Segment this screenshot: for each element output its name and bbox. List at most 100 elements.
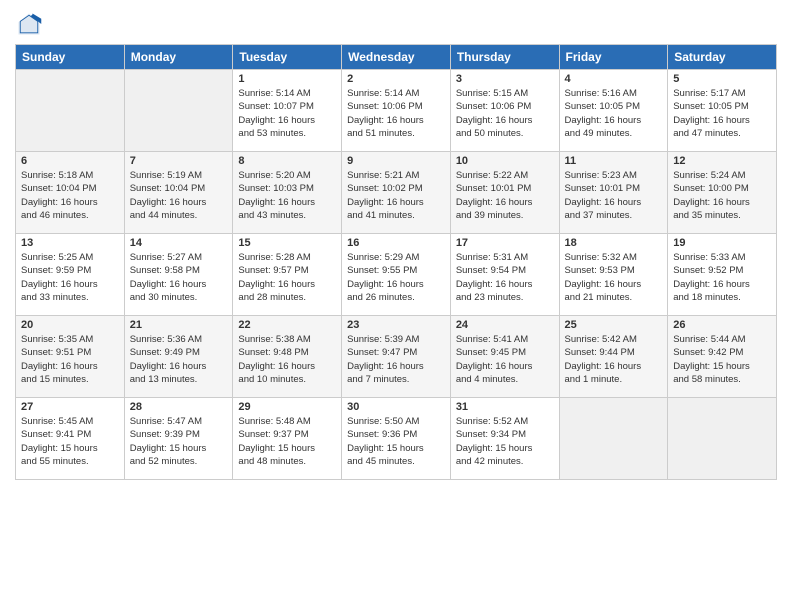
day-info: Sunrise: 5:18 AMSunset: 10:04 PMDaylight… [21,169,119,222]
calendar-cell: 28 Sunrise: 5:47 AMSunset: 9:39 PMDayligh… [124,398,233,480]
day-info: Sunrise: 5:23 AMSunset: 10:01 PMDaylight… [565,169,663,222]
day-number: 25 [565,319,663,331]
calendar-cell: 11 Sunrise: 5:23 AMSunset: 10:01 PMDaylig… [559,152,668,234]
day-number: 11 [565,155,663,167]
calendar-cell: 13 Sunrise: 5:25 AMSunset: 9:59 PMDayligh… [16,234,125,316]
calendar-cell [16,70,125,152]
calendar-week-row: 20 Sunrise: 5:35 AMSunset: 9:51 PMDayligh… [16,316,777,398]
day-number: 24 [456,319,554,331]
day-number: 27 [21,401,119,413]
weekday-header-monday: Monday [124,45,233,70]
day-number: 20 [21,319,119,331]
day-info: Sunrise: 5:20 AMSunset: 10:03 PMDaylight… [238,169,336,222]
day-info: Sunrise: 5:28 AMSunset: 9:57 PMDaylight:… [238,251,336,304]
day-info: Sunrise: 5:24 AMSunset: 10:00 PMDaylight… [673,169,771,222]
calendar-cell: 23 Sunrise: 5:39 AMSunset: 9:47 PMDayligh… [342,316,451,398]
weekday-header-friday: Friday [559,45,668,70]
day-number: 12 [673,155,771,167]
day-info: Sunrise: 5:48 AMSunset: 9:37 PMDaylight:… [238,415,336,468]
logo [15,10,47,38]
calendar-cell: 12 Sunrise: 5:24 AMSunset: 10:00 PMDaylig… [668,152,777,234]
calendar-cell: 29 Sunrise: 5:48 AMSunset: 9:37 PMDayligh… [233,398,342,480]
day-info: Sunrise: 5:52 AMSunset: 9:34 PMDaylight:… [456,415,554,468]
calendar-cell: 10 Sunrise: 5:22 AMSunset: 10:01 PMDaylig… [450,152,559,234]
calendar-header-row: SundayMondayTuesdayWednesdayThursdayFrid… [16,45,777,70]
day-number: 7 [130,155,228,167]
day-info: Sunrise: 5:32 AMSunset: 9:53 PMDaylight:… [565,251,663,304]
day-number: 2 [347,73,445,85]
calendar-cell: 5 Sunrise: 5:17 AMSunset: 10:05 PMDayligh… [668,70,777,152]
day-info: Sunrise: 5:36 AMSunset: 9:49 PMDaylight:… [130,333,228,386]
calendar-week-row: 13 Sunrise: 5:25 AMSunset: 9:59 PMDayligh… [16,234,777,316]
weekday-header-tuesday: Tuesday [233,45,342,70]
calendar-cell: 6 Sunrise: 5:18 AMSunset: 10:04 PMDayligh… [16,152,125,234]
calendar-week-row: 6 Sunrise: 5:18 AMSunset: 10:04 PMDayligh… [16,152,777,234]
day-info: Sunrise: 5:47 AMSunset: 9:39 PMDaylight:… [130,415,228,468]
day-info: Sunrise: 5:17 AMSunset: 10:05 PMDaylight… [673,87,771,140]
day-number: 21 [130,319,228,331]
day-number: 31 [456,401,554,413]
day-info: Sunrise: 5:14 AMSunset: 10:07 PMDaylight… [238,87,336,140]
day-info: Sunrise: 5:35 AMSunset: 9:51 PMDaylight:… [21,333,119,386]
day-info: Sunrise: 5:41 AMSunset: 9:45 PMDaylight:… [456,333,554,386]
calendar-cell: 4Sunrise: 5:16 AMSunset: 10:05 PMDayligh… [559,70,668,152]
day-number: 9 [347,155,445,167]
calendar-cell: 17 Sunrise: 5:31 AMSunset: 9:54 PMDayligh… [450,234,559,316]
day-number: 5 [673,73,771,85]
calendar-cell: 21 Sunrise: 5:36 AMSunset: 9:49 PMDayligh… [124,316,233,398]
calendar-cell [124,70,233,152]
calendar-cell: 26 Sunrise: 5:44 AMSunset: 9:42 PMDayligh… [668,316,777,398]
day-number: 17 [456,237,554,249]
calendar-cell [559,398,668,480]
day-number: 18 [565,237,663,249]
logo-icon [15,10,43,38]
day-number: 19 [673,237,771,249]
day-info: Sunrise: 5:22 AMSunset: 10:01 PMDaylight… [456,169,554,222]
calendar-cell: 19Sunrise: 5:33 AMSunset: 9:52 PMDayligh… [668,234,777,316]
day-number: 1 [238,73,336,85]
calendar-cell: 25 Sunrise: 5:42 AMSunset: 9:44 PMDayligh… [559,316,668,398]
calendar-cell: 30 Sunrise: 5:50 AMSunset: 9:36 PMDayligh… [342,398,451,480]
calendar-cell: 1 Sunrise: 5:14 AMSunset: 10:07 PMDayligh… [233,70,342,152]
day-number: 30 [347,401,445,413]
day-info: Sunrise: 5:39 AMSunset: 9:47 PMDaylight:… [347,333,445,386]
day-number: 26 [673,319,771,331]
day-info: Sunrise: 5:50 AMSunset: 9:36 PMDaylight:… [347,415,445,468]
weekday-header-thursday: Thursday [450,45,559,70]
day-number: 28 [130,401,228,413]
calendar-cell: 31 Sunrise: 5:52 AMSunset: 9:34 PMDayligh… [450,398,559,480]
day-number: 23 [347,319,445,331]
day-number: 29 [238,401,336,413]
calendar-cell: 14Sunrise: 5:27 AMSunset: 9:58 PMDayligh… [124,234,233,316]
day-number: 8 [238,155,336,167]
day-number: 15 [238,237,336,249]
calendar-week-row: 1 Sunrise: 5:14 AMSunset: 10:07 PMDayligh… [16,70,777,152]
day-info: Sunrise: 5:21 AMSunset: 10:02 PMDaylight… [347,169,445,222]
day-number: 6 [21,155,119,167]
calendar-cell: 3 Sunrise: 5:15 AMSunset: 10:06 PMDayligh… [450,70,559,152]
day-info: Sunrise: 5:14 AMSunset: 10:06 PMDaylight… [347,87,445,140]
day-info: Sunrise: 5:44 AMSunset: 9:42 PMDaylight:… [673,333,771,386]
calendar-table: SundayMondayTuesdayWednesdayThursdayFrid… [15,44,777,480]
day-info: Sunrise: 5:31 AMSunset: 9:54 PMDaylight:… [456,251,554,304]
calendar-cell [668,398,777,480]
calendar-cell: 2 Sunrise: 5:14 AMSunset: 10:06 PMDayligh… [342,70,451,152]
day-info: Sunrise: 5:27 AMSunset: 9:58 PMDaylight:… [130,251,228,304]
weekday-header-sunday: Sunday [16,45,125,70]
day-info: Sunrise: 5:15 AMSunset: 10:06 PMDaylight… [456,87,554,140]
calendar-cell: 8 Sunrise: 5:20 AMSunset: 10:03 PMDayligh… [233,152,342,234]
day-info: Sunrise: 5:19 AMSunset: 10:04 PMDaylight… [130,169,228,222]
day-number: 4 [565,73,663,85]
calendar-cell: 20 Sunrise: 5:35 AMSunset: 9:51 PMDayligh… [16,316,125,398]
header [15,10,777,38]
page: SundayMondayTuesdayWednesdayThursdayFrid… [0,0,792,612]
day-number: 13 [21,237,119,249]
day-info: Sunrise: 5:42 AMSunset: 9:44 PMDaylight:… [565,333,663,386]
day-info: Sunrise: 5:29 AMSunset: 9:55 PMDaylight:… [347,251,445,304]
day-number: 16 [347,237,445,249]
calendar-cell: 22Sunrise: 5:38 AMSunset: 9:48 PMDayligh… [233,316,342,398]
day-info: Sunrise: 5:25 AMSunset: 9:59 PMDaylight:… [21,251,119,304]
day-number: 10 [456,155,554,167]
calendar-cell: 18 Sunrise: 5:32 AMSunset: 9:53 PMDayligh… [559,234,668,316]
day-number: 3 [456,73,554,85]
